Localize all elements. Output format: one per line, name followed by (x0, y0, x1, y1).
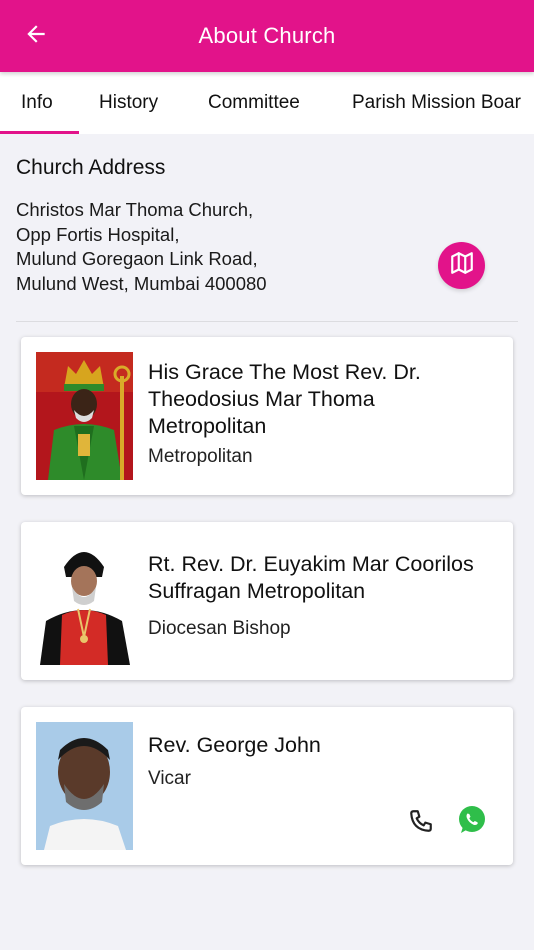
clergy-name: Rt. Rev. Dr. Euyakim Mar Coorilos Suffra… (148, 551, 474, 605)
clergy-name: Rev. George John (148, 732, 321, 759)
address-title: Church Address (16, 156, 166, 179)
divider (16, 321, 518, 322)
tab-history[interactable]: History (99, 72, 158, 134)
phone-icon (408, 808, 434, 839)
tab-info[interactable]: Info (21, 72, 53, 134)
call-button[interactable] (404, 806, 438, 840)
arrow-left-icon (23, 21, 49, 52)
tab-committee[interactable]: Committee (208, 72, 300, 134)
open-map-button[interactable] (438, 242, 485, 289)
clergy-card[interactable]: Rev. George John Vicar (21, 707, 513, 865)
address-text: Christos Mar Thoma Church, Opp Fortis Ho… (16, 198, 267, 296)
whatsapp-button[interactable] (455, 805, 489, 839)
clergy-name: His Grace The Most Rev. Dr. Theodosius M… (148, 359, 421, 440)
tab-bar: Info History Committee Parish Mission Bo… (0, 72, 534, 134)
page-title: About Church (198, 23, 336, 48)
tab-parish-mission-board[interactable]: Parish Mission Boar (352, 72, 521, 134)
tab-indicator (0, 131, 79, 134)
clergy-role: Vicar (148, 768, 191, 789)
clergy-card[interactable]: His Grace The Most Rev. Dr. Theodosius M… (21, 337, 513, 495)
clergy-role: Metropolitan (148, 446, 253, 467)
whatsapp-icon (456, 804, 488, 841)
back-button[interactable] (22, 22, 50, 50)
clergy-photo (36, 537, 133, 665)
clergy-name-line: Metropolitan (148, 414, 267, 438)
address-line: Mulund West, Mumbai 400080 (16, 272, 267, 294)
clergy-role: Diocesan Bishop (148, 618, 291, 639)
app-bar: About Church (0, 0, 534, 72)
clergy-photo (36, 352, 133, 480)
clergy-name-line: His Grace The Most Rev. Dr. (148, 360, 421, 384)
clergy-name-line: Rev. George John (148, 733, 321, 757)
address-line: Mulund Goregaon Link Road, (16, 248, 258, 269)
church-address-section: Church Address Christos Mar Thoma Church… (0, 134, 534, 322)
address-line: Christos Mar Thoma Church, (16, 199, 254, 220)
clergy-name-line: Theodosius Mar Thoma (148, 387, 375, 411)
map-icon (449, 250, 475, 281)
clergy-photo (36, 722, 133, 850)
address-line: Opp Fortis Hospital, (16, 223, 180, 245)
clergy-name-line: Rt. Rev. Dr. Euyakim Mar Coorilos (148, 552, 474, 576)
clergy-card[interactable]: Rt. Rev. Dr. Euyakim Mar Coorilos Suffra… (21, 522, 513, 680)
clergy-name-line: Suffragan Metropolitan (148, 579, 366, 603)
